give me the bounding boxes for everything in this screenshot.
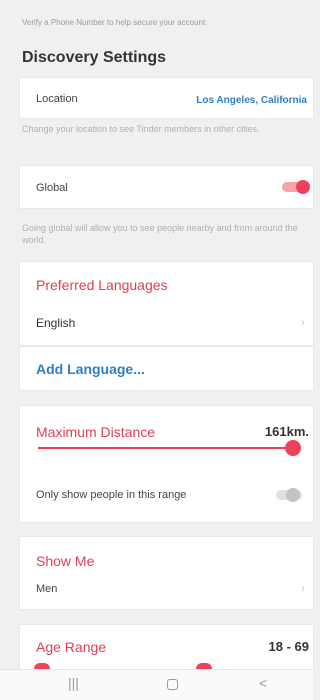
language-item-english[interactable]: English › xyxy=(20,307,313,337)
recents-icon[interactable]: ||| xyxy=(68,675,79,691)
global-label: Global xyxy=(36,182,68,194)
age-range-value: 18 - 69 xyxy=(268,639,309,654)
distance-slider-track[interactable] xyxy=(38,447,292,449)
add-language-button[interactable]: Add Language... xyxy=(36,361,145,377)
show-me-card[interactable]: Show Me Men › xyxy=(20,537,313,609)
add-language-row[interactable]: Add Language... xyxy=(20,347,313,390)
range-only-toggle[interactable] xyxy=(276,488,306,502)
distance-slider-handle[interactable] xyxy=(285,440,301,456)
show-me-value: Men xyxy=(36,583,58,595)
system-nav-bar: ||| < xyxy=(0,669,313,700)
top-hint: Verify a Phone Number to help secure you… xyxy=(22,18,208,27)
location-value[interactable]: Los Angeles, California xyxy=(196,95,307,106)
back-icon[interactable]: < xyxy=(259,675,267,691)
maximum-distance-value: 161km. xyxy=(264,424,309,439)
show-me-title: Show Me xyxy=(36,553,95,569)
chevron-right-icon: › xyxy=(301,581,305,595)
preferred-languages-title: Preferred Languages xyxy=(36,277,168,293)
location-row[interactable]: Location Los Angeles, California xyxy=(20,78,313,118)
location-hint: Change your location to see Tinder membe… xyxy=(22,124,260,134)
home-icon[interactable] xyxy=(167,679,178,690)
global-toggle[interactable] xyxy=(282,180,312,194)
maximum-distance-title: Maximum Distance xyxy=(36,424,156,440)
global-hint: Going global will allow you to see peopl… xyxy=(22,223,298,245)
location-label: Location xyxy=(36,93,78,105)
global-row[interactable]: Global xyxy=(20,166,313,208)
language-label: English xyxy=(36,316,76,330)
age-range-title: Age Range xyxy=(36,639,107,655)
maximum-distance-card: Maximum Distance 161km. Only show people… xyxy=(20,406,313,522)
chevron-right-icon: › xyxy=(301,315,305,329)
range-only-label: Only show people in this range xyxy=(36,489,187,501)
preferred-languages-card: Preferred Languages English › xyxy=(20,262,313,345)
section-title: Discovery Settings xyxy=(22,49,167,66)
age-range-card: Age Range 18 - 69 xyxy=(20,625,313,669)
